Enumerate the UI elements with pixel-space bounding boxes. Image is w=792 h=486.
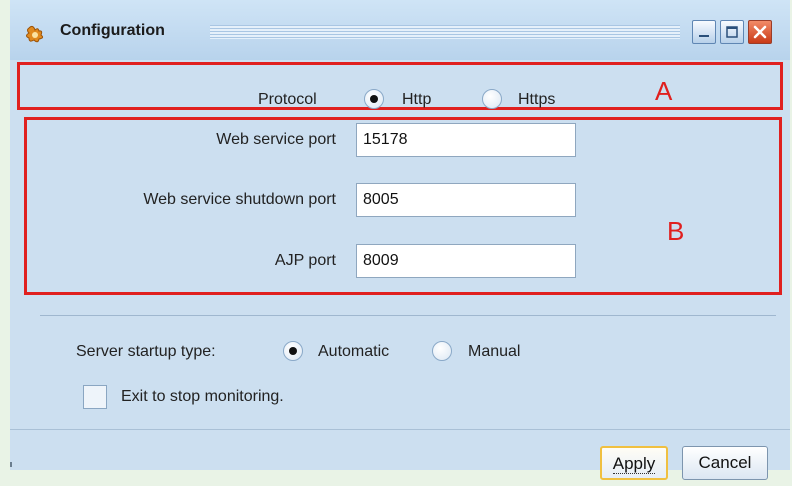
shutdown-port-label: Web service shutdown port xyxy=(143,191,336,208)
close-icon xyxy=(753,25,767,39)
window-title: Configuration xyxy=(60,22,165,39)
startup-automatic-radio[interactable] xyxy=(283,341,303,361)
title-bar-grip xyxy=(210,25,680,39)
radio-selected-dot xyxy=(289,347,297,355)
footer-divider xyxy=(10,429,790,430)
protocol-http-radio[interactable] xyxy=(364,89,384,109)
apply-button[interactable]: Apply xyxy=(600,446,668,480)
startup-manual-radio[interactable] xyxy=(432,341,452,361)
minimize-button[interactable] xyxy=(692,20,716,44)
maximize-icon xyxy=(726,26,738,38)
app-icon xyxy=(24,24,44,44)
apply-button-label: Apply xyxy=(612,454,656,474)
title-bar[interactable]: Configuration xyxy=(10,0,790,60)
maximize-button[interactable] xyxy=(720,20,744,44)
close-button[interactable] xyxy=(748,20,772,44)
cancel-button[interactable]: Cancel xyxy=(682,446,768,480)
startup-type-label: Server startup type: xyxy=(76,343,216,360)
protocol-label: Protocol xyxy=(258,91,317,108)
ajp-port-input[interactable]: 8009 xyxy=(356,244,576,278)
web-service-port-label: Web service port xyxy=(216,131,336,148)
section-divider xyxy=(40,315,776,316)
annotation-label-b: B xyxy=(667,216,685,246)
minimize-icon xyxy=(699,35,709,37)
exit-monitoring-label[interactable]: Exit to stop monitoring. xyxy=(121,387,284,407)
startup-automatic-label[interactable]: Automatic xyxy=(318,342,389,362)
exit-monitoring-checkbox[interactable] xyxy=(83,385,107,409)
protocol-http-label[interactable]: Http xyxy=(402,90,431,110)
ajp-port-label: AJP port xyxy=(274,252,336,269)
radio-selected-dot xyxy=(370,95,378,103)
web-service-port-input[interactable]: 15178 xyxy=(356,123,576,157)
protocol-https-label[interactable]: Https xyxy=(518,90,555,110)
protocol-https-radio[interactable] xyxy=(482,89,502,109)
startup-manual-label[interactable]: Manual xyxy=(468,342,520,362)
resize-mark xyxy=(10,462,12,467)
shutdown-port-input[interactable]: 8005 xyxy=(356,183,576,217)
annotation-label-a: A xyxy=(655,76,673,106)
